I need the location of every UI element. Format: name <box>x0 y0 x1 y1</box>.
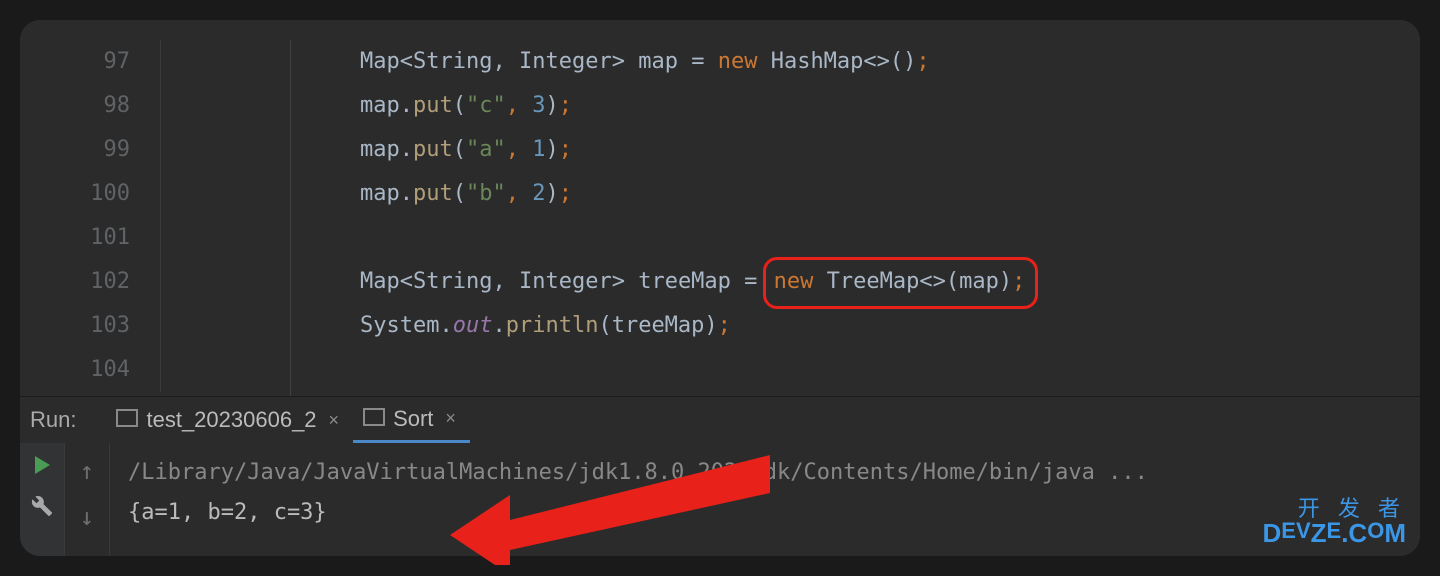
line-gutter: 97 98 99 100 101 102 103 104 <box>20 40 160 396</box>
watermark: 开 发 者 DEVZE.COM <box>1262 498 1406 546</box>
editor-area[interactable]: 97 98 99 100 101 102 103 104 Map<String,… <box>20 20 1420 396</box>
run-play-icon[interactable] <box>33 455 51 475</box>
code-line[interactable]: map.put("c", 3); <box>160 84 1420 128</box>
run-tab-sort[interactable]: Sort × <box>353 397 470 443</box>
line-number: 102 <box>20 260 130 304</box>
run-body: ↑ ↓ /Library/Java/JavaVirtualMachines/jd… <box>20 443 1420 556</box>
line-number: 101 <box>20 216 130 260</box>
tab-icon <box>120 413 138 427</box>
line-number: 97 <box>20 40 130 84</box>
run-tab-test[interactable]: test_20230606_2 × <box>106 397 353 443</box>
line-number: 99 <box>20 128 130 172</box>
code-line[interactable]: Map<String, Integer> map = new HashMap<>… <box>160 40 1420 84</box>
watermark-line1: 开 发 者 <box>1262 498 1406 520</box>
code-line[interactable]: System.out.println(treeMap); <box>160 304 1420 348</box>
code-content[interactable]: Map<String, Integer> map = new HashMap<>… <box>160 40 1420 396</box>
tab-close-icon[interactable]: × <box>329 410 340 431</box>
scroll-up-icon[interactable]: ↑ <box>80 457 94 485</box>
tab-close-icon[interactable]: × <box>445 408 456 429</box>
wrench-icon[interactable] <box>31 495 53 517</box>
run-panel-label: Run: <box>30 407 76 433</box>
scroll-down-icon[interactable]: ↓ <box>80 503 94 531</box>
highlight-annotation: new TreeMap<>(map); <box>763 257 1039 309</box>
run-panel-header: Run: test_20230606_2 × Sort × <box>20 397 1420 443</box>
code-line[interactable]: map.put("a", 1); <box>160 128 1420 172</box>
code-line[interactable]: map.put("b", 2); <box>160 172 1420 216</box>
tab-label: Sort <box>393 406 433 432</box>
code-line[interactable] <box>160 216 1420 260</box>
code-line[interactable] <box>160 348 1420 392</box>
console-stdout: {a=1, b=2, c=3} <box>128 493 1402 533</box>
run-panel: Run: test_20230606_2 × Sort × <box>20 396 1420 556</box>
run-toolbar-primary <box>20 443 65 556</box>
console-output[interactable]: /Library/Java/JavaVirtualMachines/jdk1.8… <box>110 443 1420 556</box>
code-line[interactable]: Map<String, Integer> treeMap = new TreeM… <box>160 260 1420 304</box>
run-toolbar-secondary: ↑ ↓ <box>65 443 110 556</box>
line-number: 98 <box>20 84 130 128</box>
line-number: 100 <box>20 172 130 216</box>
ide-window: 97 98 99 100 101 102 103 104 Map<String,… <box>20 20 1420 556</box>
tab-label: test_20230606_2 <box>146 407 316 433</box>
watermark-line2: DEVZE.COM <box>1262 520 1406 546</box>
tab-icon <box>367 412 385 426</box>
console-cmdline: /Library/Java/JavaVirtualMachines/jdk1.8… <box>128 453 1402 493</box>
line-number: 104 <box>20 348 130 392</box>
line-number: 103 <box>20 304 130 348</box>
